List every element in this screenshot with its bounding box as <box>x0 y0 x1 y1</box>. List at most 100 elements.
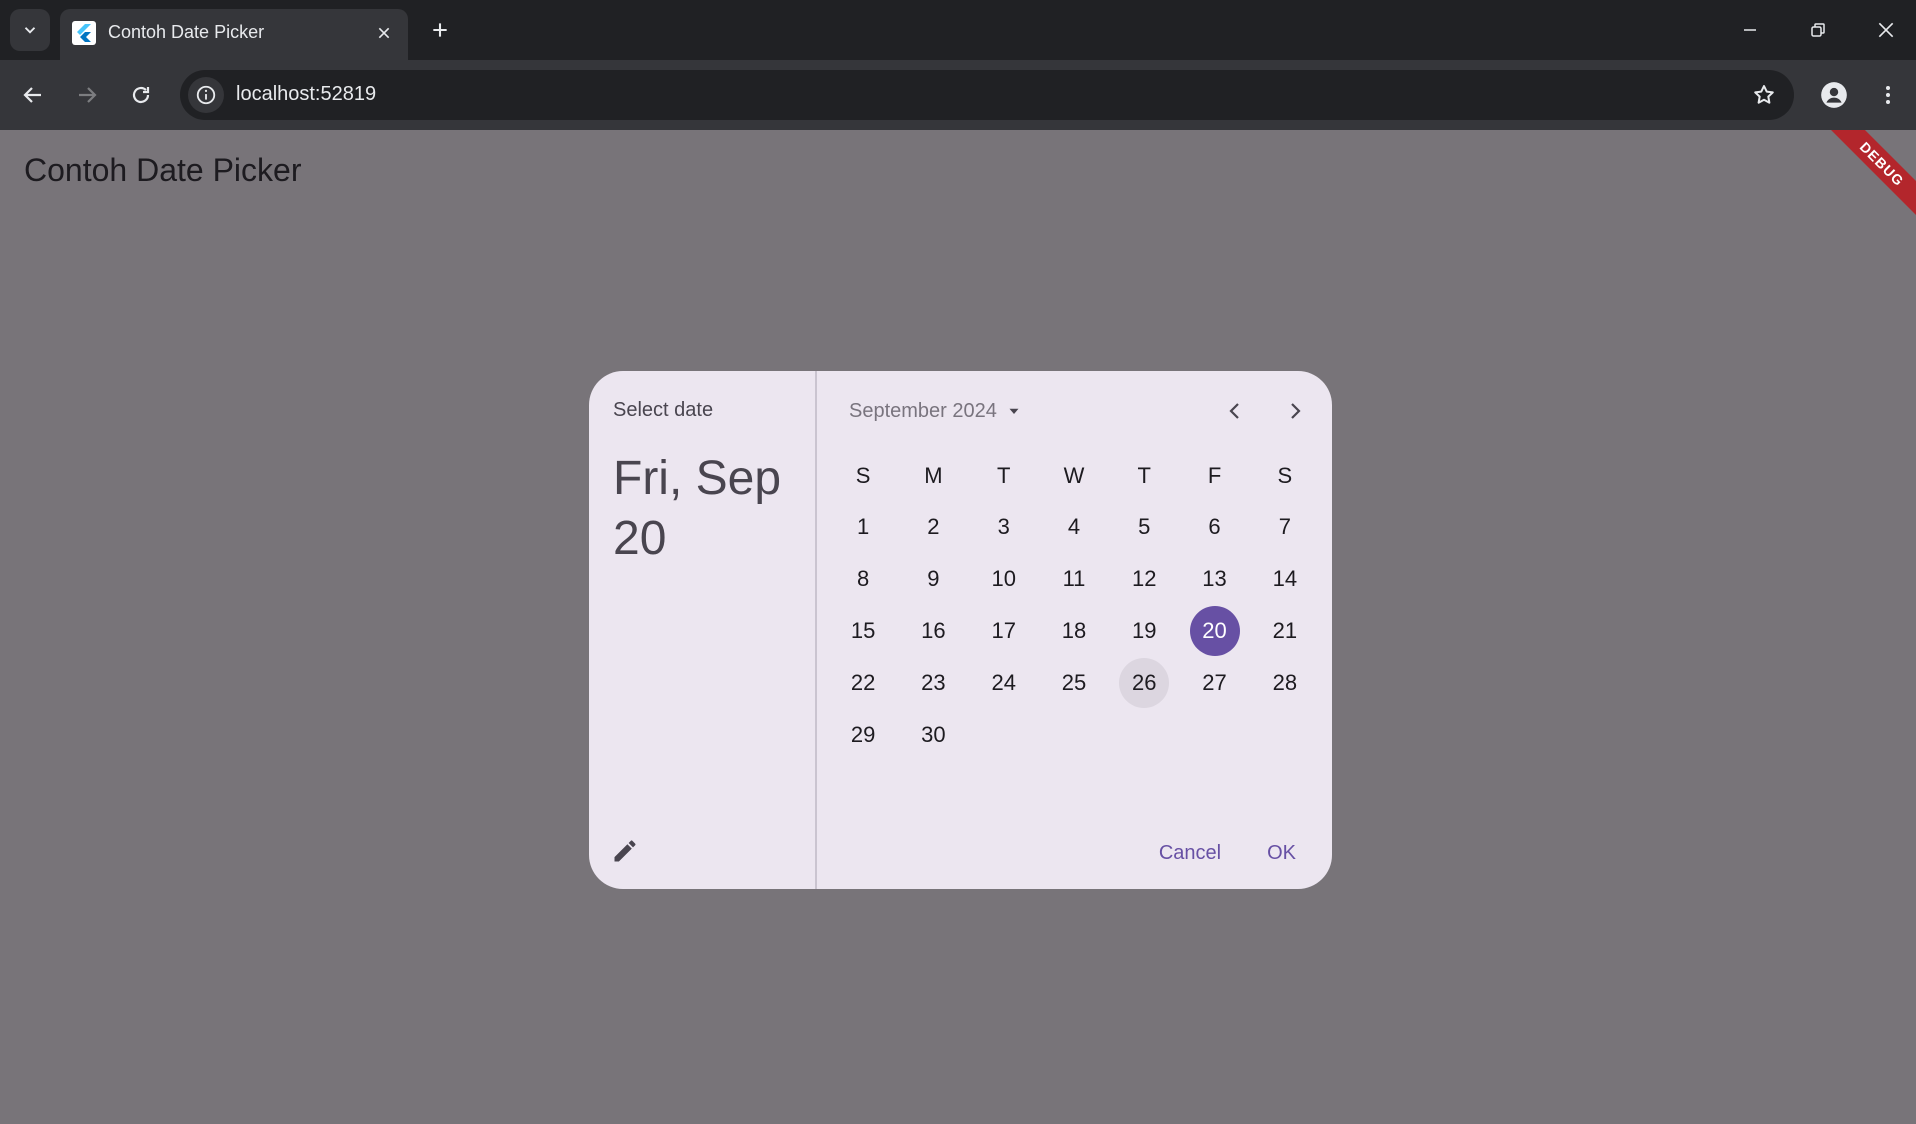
reload-button[interactable] <box>119 73 163 117</box>
day-number: 15 <box>850 618 876 643</box>
day-number: 11 <box>1062 566 1086 591</box>
calendar-week-row: 1 2 3 4 5 6 7 <box>828 501 1320 553</box>
day-cell[interactable]: 12 <box>1109 553 1179 605</box>
star-icon <box>1754 85 1774 104</box>
day-number: 9 <box>927 566 940 591</box>
day-cell[interactable]: 21 <box>1250 605 1320 657</box>
day-cell[interactable]: 15 <box>828 605 898 657</box>
weekday-label: T <box>1137 463 1151 488</box>
day-cell[interactable]: 26 <box>1109 657 1179 709</box>
ok-button[interactable]: OK <box>1249 831 1314 875</box>
switch-to-input-button[interactable] <box>603 829 647 873</box>
tab-close-button[interactable] <box>370 19 398 47</box>
day-number: 18 <box>1061 618 1087 643</box>
empty-day-cell <box>1179 709 1249 761</box>
profile-button[interactable] <box>1812 73 1856 117</box>
day-number: 4 <box>1067 514 1081 539</box>
day-number: 7 <box>1278 514 1291 539</box>
flutter-favicon-icon <box>72 21 96 45</box>
debug-banner: DEBUG <box>1816 130 1916 230</box>
tab-search-button[interactable] <box>10 9 50 51</box>
day-number: 1 <box>857 514 870 539</box>
month-year-selector[interactable]: September 2024 <box>849 393 1023 429</box>
minimize-window-button[interactable] <box>1716 0 1784 60</box>
weekday-label: W <box>1063 463 1085 488</box>
day-number: 13 <box>1202 566 1227 591</box>
day-cell[interactable]: 22 <box>828 657 898 709</box>
chevron-right-icon <box>1291 403 1301 419</box>
chevron-down-icon <box>24 27 36 34</box>
calendar-week-row: 8 9 10 11 12 13 14 <box>828 553 1320 605</box>
chevron-left-icon <box>1229 403 1239 419</box>
dialog-actions: Cancel OK <box>1141 831 1314 875</box>
day-number: 23 <box>921 670 946 695</box>
day-cell[interactable]: 6 <box>1179 501 1249 553</box>
day-cell[interactable]: 4 <box>1039 501 1109 553</box>
day-number: 29 <box>850 722 876 747</box>
restore-window-button[interactable] <box>1784 0 1852 60</box>
day-cell[interactable]: 30 <box>898 709 968 761</box>
site-info-button[interactable] <box>188 77 224 113</box>
empty-day-cell <box>1039 709 1109 761</box>
day-cell[interactable]: 25 <box>1039 657 1109 709</box>
browser-menu-button[interactable] <box>1866 73 1910 117</box>
day-cell[interactable]: 14 <box>1250 553 1320 605</box>
day-number: 17 <box>991 618 1016 643</box>
url-text[interactable]: localhost:52819 <box>236 83 376 106</box>
close-window-button[interactable] <box>1852 0 1916 60</box>
day-number: 21 <box>1272 618 1298 643</box>
day-number: 14 <box>1272 566 1298 591</box>
previous-month-button[interactable] <box>1213 389 1257 433</box>
day-cell[interactable]: 16 <box>898 605 968 657</box>
day-cell[interactable]: 10 <box>969 553 1039 605</box>
day-cell[interactable]: 29 <box>828 709 898 761</box>
day-cell[interactable]: 5 <box>1109 501 1179 553</box>
calendar-grid: S M T W T F S 1 2 3 4 5 6 7 8 9 10 11 12 13 14 15 16 17 1… <box>828 451 1320 761</box>
day-cell[interactable]: 7 <box>1250 501 1320 553</box>
day-cell[interactable]: 1 <box>828 501 898 553</box>
new-tab-button[interactable] <box>422 12 458 48</box>
weekday-label: F <box>1207 463 1222 488</box>
day-cell[interactable]: 27 <box>1179 657 1249 709</box>
browser-tab[interactable]: Contoh Date Picker <box>60 9 408 60</box>
empty-day-cell <box>969 709 1039 761</box>
cancel-button[interactable]: Cancel <box>1141 831 1239 875</box>
bookmark-button[interactable] <box>1746 77 1782 113</box>
calendar-week-row: 15 16 17 18 19 20 21 <box>828 605 1320 657</box>
day-cell[interactable]: 24 <box>969 657 1039 709</box>
empty-day-cell <box>1250 709 1320 761</box>
day-cell[interactable]: 2 <box>898 501 968 553</box>
browser-toolbar: localhost:52819 <box>0 60 1916 130</box>
day-cell[interactable]: 23 <box>898 657 968 709</box>
tab-title: Contoh Date Picker <box>108 22 265 42</box>
info-icon <box>196 85 216 105</box>
selected-date-headline: Fri, Sep 20 <box>613 452 782 565</box>
day-number: 10 <box>991 566 1016 591</box>
day-number: 6 <box>1208 514 1221 539</box>
day-cell[interactable]: 3 <box>969 501 1039 553</box>
kebab-menu-icon <box>1886 86 1890 104</box>
day-cell[interactable]: 28 <box>1250 657 1320 709</box>
day-number: 27 <box>1202 670 1227 695</box>
day-cell[interactable]: 20 <box>1179 605 1249 657</box>
back-button[interactable] <box>11 73 55 117</box>
day-cell[interactable]: 8 <box>828 553 898 605</box>
day-number: 8 <box>857 566 870 591</box>
day-cell[interactable]: 13 <box>1179 553 1249 605</box>
weekday-header-row: S M T W T F S <box>828 451 1320 501</box>
weekday-label: M <box>924 463 943 488</box>
day-cell[interactable]: 11 <box>1039 553 1109 605</box>
forward-button[interactable] <box>65 73 109 117</box>
day-cell[interactable]: 9 <box>898 553 968 605</box>
day-number: 16 <box>921 618 946 643</box>
address-bar[interactable]: localhost:52819 <box>180 70 1794 120</box>
day-number: 3 <box>997 514 1010 539</box>
day-cell[interactable]: 19 <box>1109 605 1179 657</box>
next-month-button[interactable] <box>1273 389 1317 433</box>
day-cell[interactable]: 18 <box>1039 605 1109 657</box>
day-number: 2 <box>927 514 940 539</box>
day-cell[interactable]: 17 <box>969 605 1039 657</box>
minimize-icon <box>1744 29 1756 31</box>
plus-icon <box>433 23 447 37</box>
browser-tab-strip: Contoh Date Picker <box>0 0 1916 60</box>
